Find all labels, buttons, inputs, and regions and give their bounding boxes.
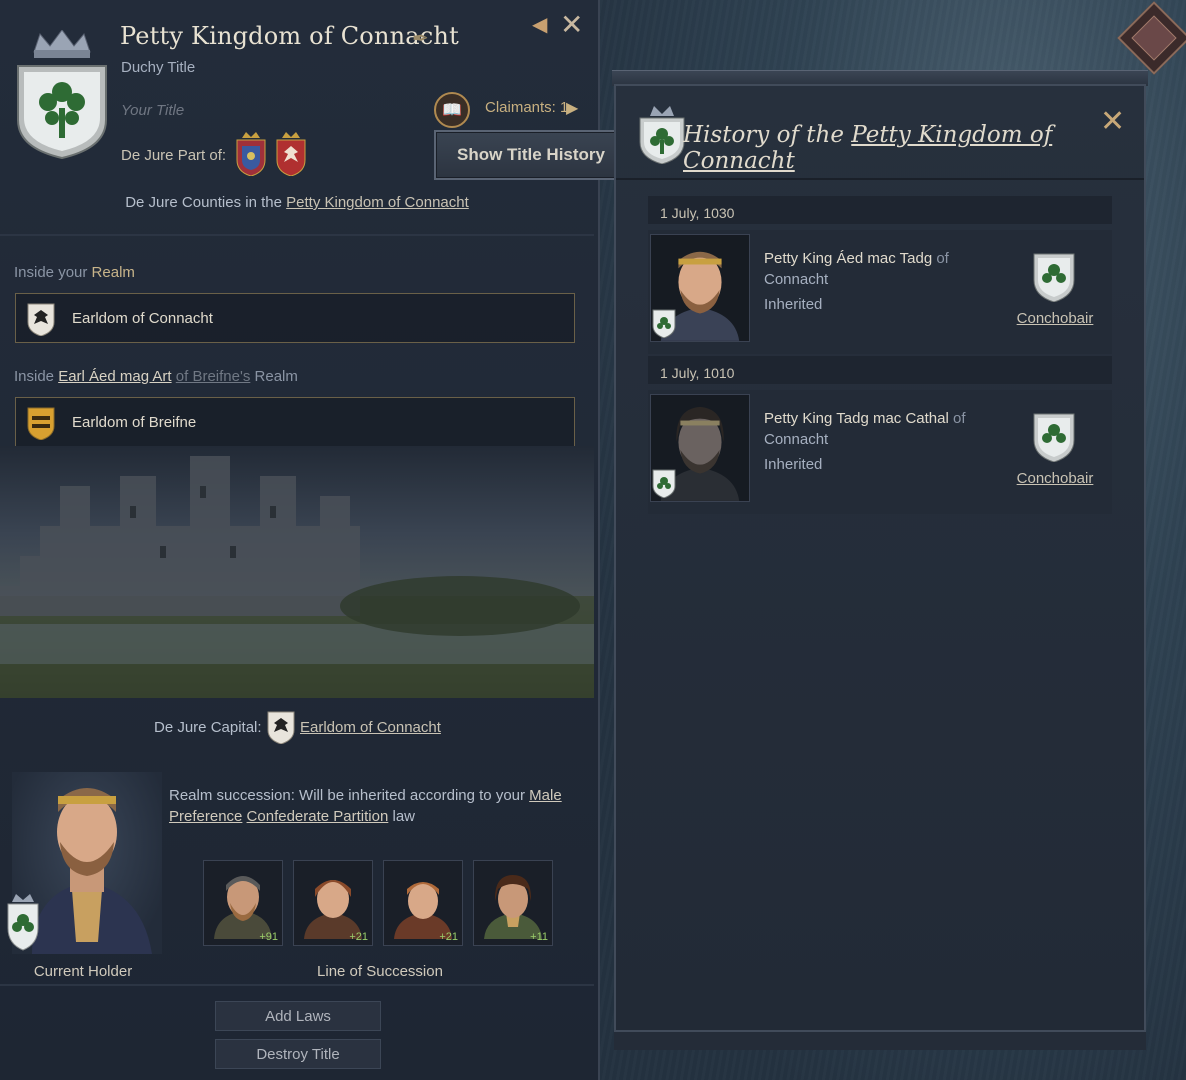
holder-crest-icon xyxy=(7,894,39,951)
title-history-panel: History of the Petty Kingdom of Connacht… xyxy=(614,84,1146,1048)
back-arrow-icon[interactable]: ◀ xyxy=(532,12,547,37)
holder-small-crest-icon xyxy=(652,309,676,338)
dejure-capital-label: De Jure Capital: xyxy=(154,719,262,736)
claimants-count[interactable]: Claimants: 1 xyxy=(485,99,568,116)
current-holder-label: Current Holder xyxy=(33,963,133,980)
title-name: Petty Kingdom of Connacht xyxy=(120,22,459,50)
add-laws-button[interactable]: Add Laws xyxy=(215,1001,381,1031)
heir-portrait[interactable]: +91 xyxy=(203,860,283,946)
capital-link[interactable]: Earldom of Connacht xyxy=(300,719,441,736)
history-entry: Petty King Tadg mac Cathal of Connacht I… xyxy=(648,390,1112,514)
heir-portrait[interactable]: +21 xyxy=(383,860,463,946)
kingdom-crest-icon[interactable] xyxy=(234,132,268,176)
castle-illustration xyxy=(0,446,594,698)
inside-other-realm-label: Inside Earl Áed mag Art of Breifne's Rea… xyxy=(14,368,298,385)
history-entry-date: 1 July, 1010 xyxy=(648,356,1112,384)
history-title: History of the Petty Kingdom of Connacht xyxy=(683,122,1053,174)
earldom-breifne-crest-icon xyxy=(27,407,55,440)
dejure-counties-heading: De Jure Counties in the Petty Kingdom of… xyxy=(125,194,469,211)
inside-your-realm-label: Inside your Realm xyxy=(14,264,135,281)
divider xyxy=(616,178,1144,180)
capital-crest-icon[interactable] xyxy=(266,710,296,744)
holder-small-crest-icon xyxy=(652,469,676,498)
close-history-icon[interactable]: ✕ xyxy=(1100,104,1125,139)
dejure-part-of-label: De Jure Part of: xyxy=(121,147,227,164)
dynasty-crest-icon[interactable] xyxy=(1030,250,1078,302)
heir-score: +91 xyxy=(259,931,278,943)
title-panel: Petty Kingdom of Connacht ✒ Duchy Title … xyxy=(0,0,628,1080)
claimants-arrow-icon[interactable]: ▶ xyxy=(566,98,578,118)
earldom-connacht-row[interactable]: Earldom of Connacht xyxy=(15,293,575,343)
title-crest-icon xyxy=(17,30,107,160)
title-rank: Duchy Title xyxy=(121,59,196,76)
holder-name[interactable]: Petty King Áed mac Tadg of Connacht xyxy=(764,248,994,290)
dynasty-crest-icon[interactable] xyxy=(1030,410,1078,462)
dynasty-link[interactable]: Conchobair xyxy=(1010,310,1100,327)
show-title-history-button[interactable]: Show Title History xyxy=(434,130,628,180)
empire-crest-icon[interactable] xyxy=(274,132,308,176)
earldom-breifne-row[interactable]: Earldom of Breifne xyxy=(15,397,575,447)
history-panel-footer xyxy=(614,1030,1146,1050)
dejure-counties-link[interactable]: Petty Kingdom of Connacht xyxy=(286,194,469,211)
confederate-partition-law-link[interactable]: Confederate Partition xyxy=(247,808,389,825)
heir-portrait[interactable]: +11 xyxy=(473,860,553,946)
realm-holder-link[interactable]: Earl Áed mag Art xyxy=(58,368,171,385)
heir-portrait[interactable]: +21 xyxy=(293,860,373,946)
rename-quill-icon[interactable]: ✒ xyxy=(412,26,429,51)
destroy-title-button[interactable]: Destroy Title xyxy=(215,1039,381,1069)
realm-succession-text: Realm succession: Will be inherited acco… xyxy=(169,787,562,825)
history-title-crest-icon xyxy=(639,106,685,164)
close-icon[interactable]: ✕ xyxy=(560,8,583,41)
claimants-book-icon[interactable]: 📖 xyxy=(434,92,470,128)
earldom-connacht-crest-icon xyxy=(27,303,55,336)
history-entry-date: 1 July, 1030 xyxy=(648,196,1112,224)
holder-name[interactable]: Petty King Tadg mac Cathal of Connacht xyxy=(764,408,994,450)
acquisition-method: Inherited xyxy=(764,456,823,473)
your-title-label: Your Title xyxy=(121,102,185,119)
earldom-name: Earldom of Connacht xyxy=(72,310,213,327)
heir-score: +11 xyxy=(530,931,548,943)
dynasty-link[interactable]: Conchobair xyxy=(1010,470,1100,487)
divider xyxy=(0,234,594,236)
earldom-name: Earldom of Breifne xyxy=(72,414,197,431)
heir-score: +21 xyxy=(349,931,368,943)
history-entry: Petty King Áed mac Tadg of Connacht Inhe… xyxy=(648,230,1112,354)
heir-score: +21 xyxy=(439,931,458,943)
line-of-succession-label: Line of Succession xyxy=(317,963,443,980)
acquisition-method: Inherited xyxy=(764,296,823,313)
divider xyxy=(0,984,594,986)
